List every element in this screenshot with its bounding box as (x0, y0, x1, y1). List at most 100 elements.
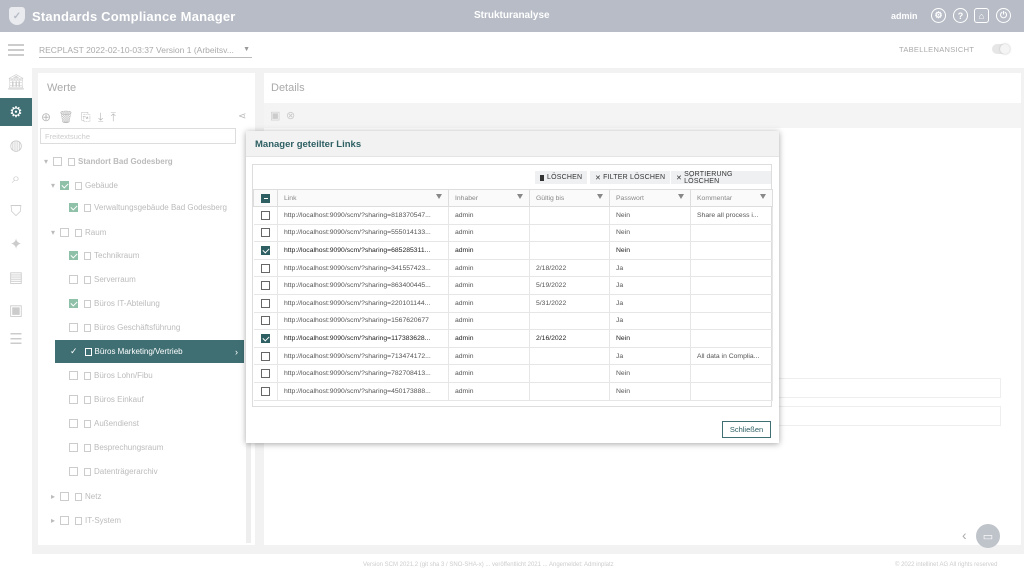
upload-icon[interactable]: ⤒ (111, 110, 116, 124)
row-checkbox-cell[interactable] (253, 259, 278, 278)
sidebar-shield-icon[interactable]: ⛉ (3, 197, 29, 225)
sidebar-globe-icon[interactable]: ◍ (3, 131, 29, 159)
table-row[interactable]: http://localhost:9090/scm/?sharing=81837… (253, 206, 773, 225)
filter-icon[interactable] (678, 194, 684, 199)
sidebar-image-icon[interactable]: ▣ (3, 296, 29, 324)
menu-hamburger-icon[interactable] (8, 44, 24, 56)
row-checkbox[interactable] (260, 369, 270, 379)
sidebar-bank-icon[interactable]: 🏛 (3, 68, 29, 96)
row-checkbox[interactable] (260, 281, 270, 291)
table-row[interactable]: http://localhost:9090/scm/?sharing=55501… (253, 224, 773, 243)
share-icon[interactable]: ⋖ (238, 111, 246, 122)
tree-item[interactable]: Besprechungsraum (69, 443, 163, 452)
tree-item[interactable]: Technikraum (69, 251, 139, 260)
table-row[interactable]: http://localhost:9090/scm/?sharing=71347… (253, 347, 773, 366)
row-checkbox[interactable] (260, 263, 270, 273)
row-checkbox[interactable] (260, 316, 270, 326)
tree-checkbox[interactable] (60, 492, 70, 501)
tree-checkbox[interactable] (69, 299, 78, 308)
row-checkbox-cell[interactable] (253, 276, 278, 295)
row-checkbox[interactable] (260, 245, 270, 255)
user-name[interactable]: admin (891, 11, 918, 21)
tree-item[interactable]: ▾ Standort Bad Godesberg (44, 157, 173, 166)
row-checkbox[interactable] (260, 386, 270, 396)
row-checkbox-cell[interactable] (253, 364, 278, 383)
row-checkbox-cell[interactable] (253, 224, 278, 243)
tree-checkbox[interactable] (69, 443, 78, 452)
column-header-link[interactable]: Link (277, 189, 449, 207)
filter-icon[interactable] (517, 194, 523, 199)
sidebar-structure-icon[interactable]: ⚙ (0, 98, 32, 126)
version-select[interactable]: RECPLAST 2022-02-10-03:37 Version 1 (Arb… (39, 45, 252, 58)
table-row[interactable]: http://localhost:9090/scm/?sharing=34155… (253, 259, 773, 278)
filter-icon[interactable] (597, 194, 603, 199)
clear-filter-button[interactable]: ✕ FILTER LÖSCHEN (590, 171, 671, 184)
tree-checkbox[interactable] (69, 251, 78, 260)
tree-item[interactable]: ▾ Raum (51, 228, 106, 237)
row-checkbox[interactable] (260, 298, 270, 308)
add-icon[interactable]: ⊕ (41, 110, 51, 124)
column-header-valid-until[interactable]: Gültig bis (529, 189, 610, 207)
save-icon[interactable]: ▣ (270, 109, 280, 122)
row-checkbox-cell[interactable] (253, 241, 278, 260)
row-checkbox-cell[interactable] (253, 382, 278, 401)
row-checkbox[interactable] (260, 210, 270, 220)
select-all-checkbox-cell[interactable] (253, 189, 278, 207)
delete-button[interactable]: LÖSCHEN (535, 171, 588, 184)
detail-field[interactable] (777, 378, 1001, 398)
tree-checkbox[interactable] (69, 323, 78, 332)
table-row[interactable]: http://localhost:9090/scm/?sharing=45017… (253, 382, 773, 401)
table-row[interactable]: http://localhost:9090/scm/?sharing=78270… (253, 364, 773, 383)
table-view-toggle[interactable] (992, 44, 1010, 54)
table-row[interactable]: http://localhost:9090/scm/?sharing=68528… (253, 241, 773, 260)
tree-checkbox[interactable] (69, 371, 78, 380)
tree-checkbox[interactable] (69, 275, 78, 284)
download-icon[interactable]: ⤓ (98, 110, 103, 124)
free-text-search-input[interactable]: Freitextsuche (40, 128, 236, 144)
row-checkbox[interactable] (260, 333, 270, 343)
delete-icon[interactable]: 🗑 (58, 110, 73, 124)
select-all-checkbox[interactable] (261, 193, 270, 203)
table-row[interactable]: http://localhost:9090/scm/?sharing=11738… (253, 329, 773, 348)
check-icon[interactable]: ✓ (70, 346, 78, 357)
tree-checkbox[interactable] (60, 228, 70, 237)
tree-item[interactable]: ▸ IT-System (51, 516, 121, 525)
row-checkbox-cell[interactable] (253, 347, 278, 366)
table-row[interactable]: http://localhost:9090/scm/?sharing=22010… (253, 294, 773, 313)
detail-field[interactable] (777, 406, 1001, 426)
filter-icon[interactable] (760, 194, 766, 199)
column-header-password[interactable]: Passwort (609, 189, 691, 207)
tree-checkbox[interactable] (69, 395, 78, 404)
tree-item[interactable]: ▾ Gebäude (51, 181, 118, 190)
sidebar-puzzle-icon[interactable]: ✦ (3, 230, 29, 258)
sidebar-document-icon[interactable]: ▤ (3, 263, 29, 291)
tree-checkbox[interactable] (69, 419, 78, 428)
logout-icon[interactable]: ⏻ (996, 8, 1011, 23)
tree-item[interactable]: Außendienst (69, 419, 139, 428)
chat-icon[interactable]: ▭ (976, 524, 1000, 548)
tree-item[interactable]: Datenträgerarchiv (69, 467, 158, 476)
tree-item[interactable]: Büros Lohn/Fibu (69, 371, 153, 380)
tree-checkbox[interactable] (60, 181, 70, 190)
row-checkbox-cell[interactable] (253, 329, 278, 348)
tree-item[interactable]: Büros IT-Abteilung (69, 299, 160, 308)
sidebar-search-icon[interactable]: ⌕ (3, 164, 29, 192)
tree-item[interactable]: Büros Einkauf (69, 395, 144, 404)
close-button[interactable]: Schließen (722, 421, 771, 438)
tree-checkbox[interactable] (53, 157, 63, 166)
sidebar-list-icon[interactable]: ☰ (3, 325, 29, 353)
filter-icon[interactable] (436, 194, 442, 199)
row-checkbox[interactable] (260, 228, 270, 238)
row-checkbox[interactable] (260, 351, 270, 361)
tree-item[interactable]: Serverraum (69, 275, 136, 284)
lock-icon[interactable]: ⌂ (974, 8, 989, 23)
chevron-left-icon[interactable]: ‹ (962, 527, 967, 543)
tree-checkbox[interactable] (69, 203, 78, 212)
settings-gear-icon[interactable]: ⚙ (931, 8, 946, 23)
tree-item-selected[interactable]: ✓ Büros Marketing/Vertrieb › (55, 340, 244, 363)
table-row[interactable]: http://localhost:9090/scm/?sharing=86340… (253, 276, 773, 295)
tree-item[interactable]: Verwaltungsgebäude Bad Godesberg (69, 203, 227, 212)
cancel-icon[interactable]: ⊗ (286, 109, 295, 122)
tree-checkbox[interactable] (60, 516, 70, 525)
tree-item[interactable]: Büros Geschäftsführung (69, 323, 180, 332)
